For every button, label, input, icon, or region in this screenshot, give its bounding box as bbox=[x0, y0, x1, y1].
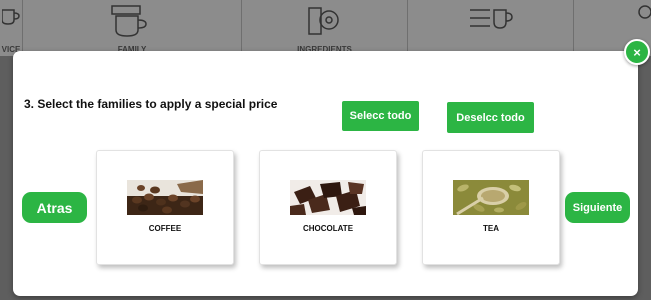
back-button[interactable]: Atras bbox=[22, 192, 87, 223]
sliders-cup-icon bbox=[469, 9, 513, 29]
cups-icon bbox=[111, 5, 147, 37]
family-card-tea[interactable]: TEA bbox=[422, 150, 560, 265]
tea-leaves-image bbox=[453, 180, 529, 215]
bg-tab-settings bbox=[408, 0, 574, 56]
coffee-beans-image bbox=[127, 180, 203, 215]
bg-tab-service: VICE bbox=[0, 0, 23, 56]
close-button[interactable]: × bbox=[624, 39, 650, 65]
family-card-coffee[interactable]: COFFEE bbox=[96, 150, 234, 265]
bg-tab-ingredients: INGREDIENTS bbox=[242, 0, 408, 56]
next-button[interactable]: Siguiente bbox=[565, 192, 630, 223]
search-icon bbox=[638, 5, 651, 19]
background-toolbar: VICE FAMILY INGREDIENTS bbox=[0, 0, 651, 56]
family-label: TEA bbox=[483, 224, 499, 233]
bg-tab-family: FAMILY bbox=[23, 0, 242, 56]
cup-icon bbox=[2, 9, 20, 25]
gear-cup-icon bbox=[307, 7, 339, 35]
deselect-all-button[interactable]: Deselcc todo bbox=[447, 102, 534, 133]
family-label: COFFEE bbox=[148, 224, 182, 233]
family-label: CHOCOLATE bbox=[302, 224, 354, 233]
modal-title: 3. Select the families to apply a specia… bbox=[24, 97, 278, 111]
select-all-button[interactable]: Selecc todo bbox=[342, 101, 419, 131]
chocolate-image bbox=[290, 180, 366, 215]
family-card-chocolate[interactable]: CHOCOLATE bbox=[259, 150, 397, 265]
